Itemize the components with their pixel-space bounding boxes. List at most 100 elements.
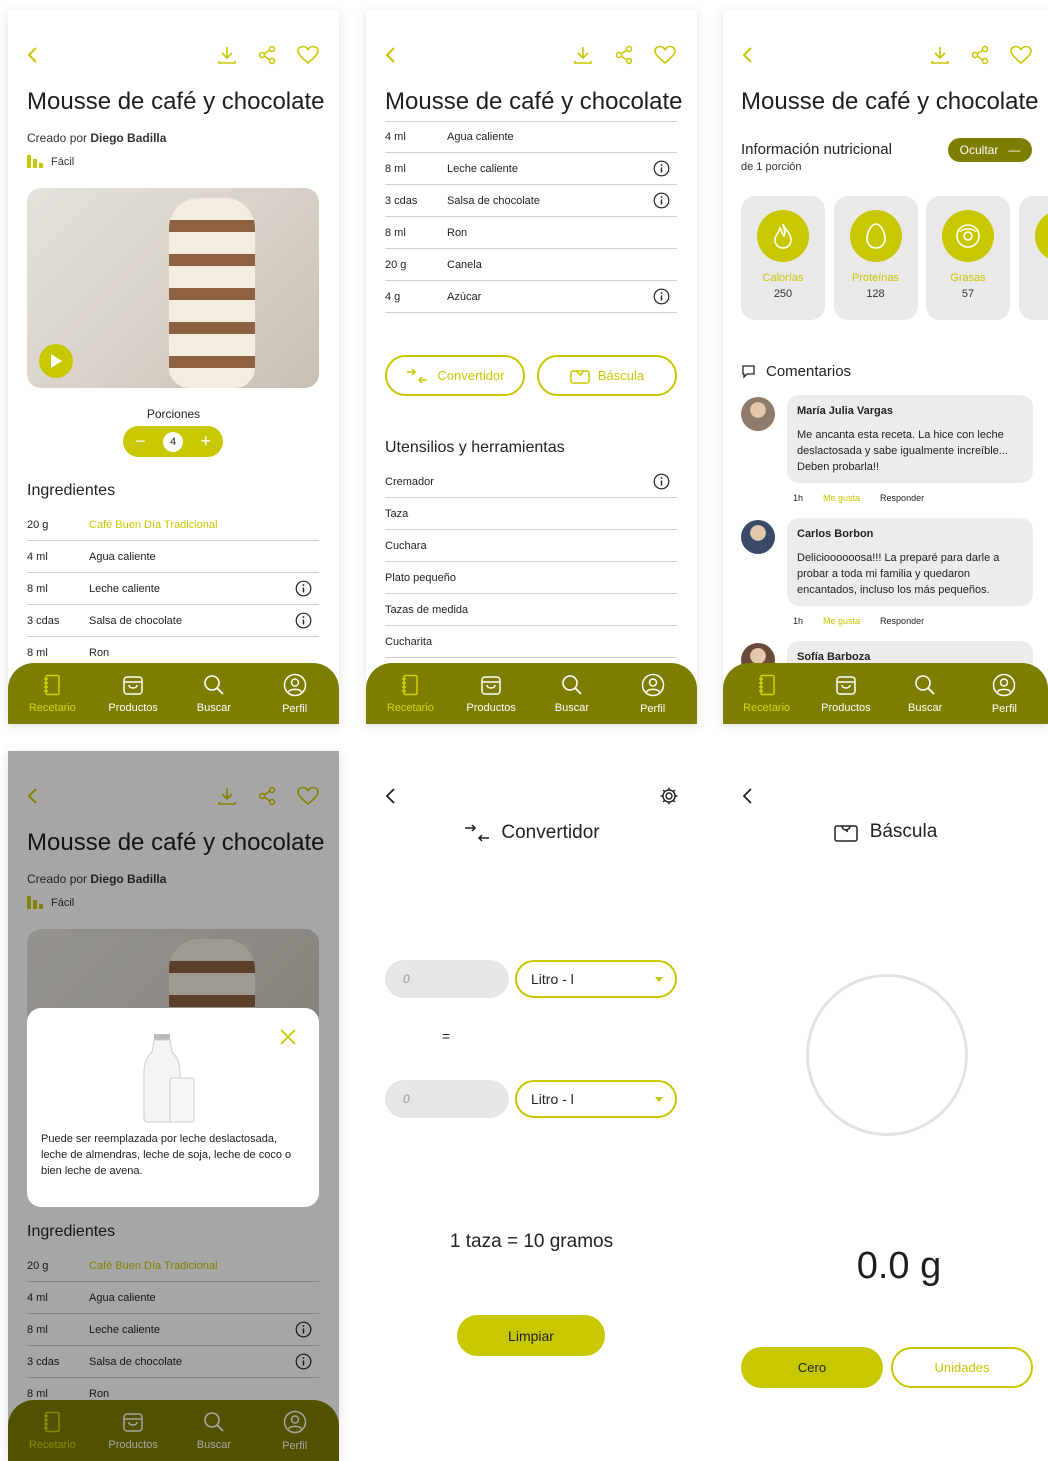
nav-item-productos[interactable]: Productos [453, 674, 529, 714]
reply-link[interactable]: Responder [880, 493, 924, 503]
tool-name: Cucharita [385, 635, 433, 648]
chevron-down-icon [655, 977, 663, 982]
ingredient-qty: 8 ml [385, 162, 406, 175]
converter-input-from[interactable]: 0 [385, 960, 509, 998]
nav-label: Productos [108, 701, 158, 714]
back-icon[interactable] [735, 42, 761, 68]
close-icon[interactable] [279, 1028, 297, 1051]
nav-label: Recetario [28, 701, 76, 714]
bag-icon [835, 674, 857, 699]
clear-button[interactable]: Limpiar [457, 1315, 605, 1356]
bottom-nav: Recetario Productos Buscar Perfil [366, 663, 697, 724]
back-icon[interactable] [378, 42, 404, 68]
download-icon[interactable] [214, 42, 240, 68]
comments-header: Comentarios [741, 363, 851, 380]
zero-button[interactable]: Cero [741, 1347, 883, 1388]
ingredient-qty: 3 cdas [27, 614, 60, 627]
back-icon[interactable] [735, 783, 761, 809]
comment-author[interactable]: Carlos Borbon [797, 526, 1023, 542]
converter-input-to[interactable]: 0 [385, 1080, 509, 1118]
notebook-icon [757, 674, 777, 699]
download-icon[interactable] [927, 42, 953, 68]
info-icon[interactable] [653, 473, 670, 493]
info-icon[interactable] [653, 192, 670, 212]
nav-item-buscar[interactable]: Buscar [534, 674, 610, 714]
unit-to-select[interactable]: Litro - l [515, 1080, 677, 1118]
hide-nutrition-button[interactable]: Ocultar — [948, 138, 1032, 162]
like-link[interactable]: Me gusta [823, 493, 860, 503]
tool-row: Plato pequeño [385, 562, 677, 594]
like-link[interactable]: Me gusta [823, 616, 860, 626]
comment-author[interactable]: María Julia Vargas [797, 403, 1023, 419]
scale-button[interactable]: Báscula [537, 355, 677, 396]
recipe-image [27, 188, 319, 388]
heart-icon[interactable] [652, 42, 678, 68]
difficulty-bars-icon [27, 155, 43, 168]
substitute-popup: Puede ser reemplazada por leche deslacto… [27, 1008, 319, 1207]
ingredient-name: Salsa de chocolate [89, 614, 182, 627]
avatar[interactable] [741, 520, 775, 554]
ingredient-name[interactable]: Café Buen Día Tradicional [89, 519, 217, 531]
ingredients-heading: Ingredientes [27, 482, 116, 499]
user-icon [283, 673, 307, 700]
tool-name: Plato pequeño [385, 571, 456, 584]
ingredient-qty: 4 ml [385, 130, 406, 143]
converter-icon [465, 824, 490, 842]
play-icon[interactable] [39, 344, 73, 378]
nav-item-productos[interactable]: Productos [808, 674, 884, 714]
nav-item-perfil[interactable]: Perfil [257, 673, 333, 715]
tool-row: Taza [385, 498, 677, 530]
share-icon[interactable] [967, 42, 993, 68]
heart-icon[interactable] [295, 42, 321, 68]
plus-icon[interactable]: + [200, 431, 211, 452]
back-icon[interactable] [378, 783, 404, 809]
info-icon[interactable] [653, 160, 670, 180]
units-button-label: Unidades [934, 1360, 990, 1375]
unit-from-select[interactable]: Litro - l [515, 960, 677, 998]
nav-item-perfil[interactable]: Perfil [615, 673, 691, 715]
download-icon[interactable] [570, 42, 596, 68]
converter-button[interactable]: Convertidor [385, 355, 525, 396]
reply-link[interactable]: Responder [880, 616, 924, 626]
nav-item-buscar[interactable]: Buscar [176, 674, 252, 714]
notebook-icon [400, 674, 420, 699]
comment-time: 1h [793, 616, 804, 626]
nav-item-recetario[interactable]: Recetario [14, 674, 90, 714]
author-name[interactable]: Diego Badilla [90, 131, 166, 145]
nav-item-buscar[interactable]: Buscar [887, 674, 963, 714]
comment-bubble: Carlos Borbon Delicioooooosa!!! La prepar… [787, 518, 1033, 606]
ingredient-row: 8 ml Leche caliente [27, 573, 319, 605]
portions-stepper[interactable]: − 4 + [123, 426, 223, 457]
nav-label: Productos [466, 701, 516, 714]
settings-icon[interactable] [656, 783, 682, 809]
scale-header: Báscula [723, 821, 1048, 843]
converter-title: Convertidor [501, 822, 600, 843]
nutrition-card: Grasas 57 [926, 196, 1010, 320]
share-icon[interactable] [254, 42, 280, 68]
info-icon[interactable] [295, 612, 312, 632]
minus-icon[interactable]: − [135, 431, 146, 452]
nav-item-perfil[interactable]: Perfil [966, 673, 1042, 715]
avatar[interactable] [741, 397, 775, 431]
info-icon[interactable] [653, 288, 670, 308]
recipe-screen: Mousse de café y chocolate Creado por Di… [8, 10, 339, 724]
info-icon[interactable] [295, 580, 312, 600]
tool-name: Cremador [385, 475, 434, 488]
units-button[interactable]: Unidades [891, 1347, 1033, 1388]
minus-icon: — [1008, 143, 1021, 157]
share-icon[interactable] [611, 42, 637, 68]
nav-label: Recetario [743, 701, 791, 714]
nutrition-label: Proteínas [851, 272, 900, 284]
back-icon[interactable] [20, 42, 46, 68]
nav-label: Productos [821, 701, 871, 714]
nav-item-recetario[interactable]: Recetario [372, 674, 448, 714]
scale-reading: 0.0 g [856, 1245, 942, 1287]
portions-label: Porciones [146, 407, 201, 421]
heart-icon[interactable] [1008, 42, 1034, 68]
nav-item-productos[interactable]: Productos [95, 674, 171, 714]
nav-item-recetario[interactable]: Recetario [729, 674, 805, 714]
ingredient-row: 4 g Azúcar [385, 281, 677, 313]
ingredient-qty: 8 ml [27, 582, 48, 595]
nav-label: Perfil [282, 702, 308, 715]
converter-icon [407, 367, 428, 384]
